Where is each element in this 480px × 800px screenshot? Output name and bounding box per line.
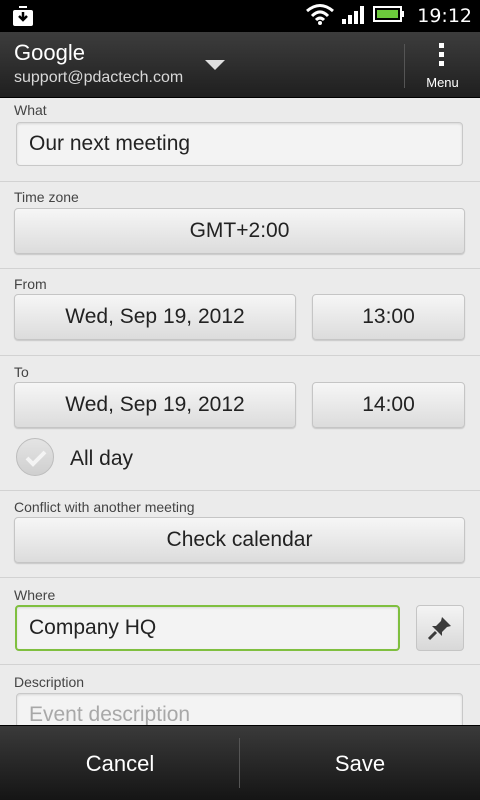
cancel-button[interactable]: Cancel (0, 726, 240, 800)
conflict-label: Conflict with another meeting (14, 499, 195, 515)
all-day-label: All day (70, 447, 134, 470)
save-button[interactable]: Save (240, 726, 480, 800)
description-label: Description (14, 674, 85, 690)
to-time-button[interactable]: 14:00 (312, 382, 465, 428)
where-label: Where (14, 587, 56, 603)
time-zone-label: Time zone (14, 189, 79, 205)
conflict-section: Conflict with another meeting Check cale… (0, 491, 480, 578)
menu-button[interactable]: Menu (405, 32, 480, 98)
where-input[interactable]: Company HQ (15, 605, 400, 651)
all-day-checkbox[interactable] (16, 438, 54, 476)
action-bar: Google support@pdactech.com Menu (0, 32, 480, 98)
download-icon (12, 5, 34, 27)
what-label: What (14, 102, 47, 118)
from-label: From (14, 276, 47, 292)
time-zone-button[interactable]: GMT+2:00 (14, 208, 465, 254)
overflow-menu-icon (439, 43, 445, 70)
from-time-button[interactable]: 13:00 (312, 294, 465, 340)
account-title: Google (14, 40, 85, 65)
signal-icon (341, 3, 367, 29)
what-input[interactable]: Our next meeting (16, 122, 463, 166)
to-date-button[interactable]: Wed, Sep 19, 2012 (14, 382, 296, 428)
status-bar: 19:12 (0, 0, 480, 32)
to-section: To Wed, Sep 19, 2012 14:00 All day (0, 356, 480, 491)
where-section: Where Company HQ (0, 578, 480, 665)
description-input[interactable]: Event description (16, 693, 463, 725)
to-label: To (14, 364, 29, 380)
what-section: What Our next meeting (0, 98, 480, 182)
event-form[interactable]: What Our next meeting Time zone GMT+2:00… (0, 98, 480, 725)
description-section: Description Event description (0, 665, 480, 725)
time-zone-section: Time zone GMT+2:00 (0, 182, 480, 269)
wifi-icon (305, 3, 335, 29)
from-section: From Wed, Sep 19, 2012 13:00 (0, 269, 480, 356)
account-email: support@pdactech.com (14, 69, 184, 86)
checkmark-icon (25, 450, 47, 467)
dropdown-caret-icon (205, 60, 225, 70)
location-pin-button[interactable] (416, 605, 464, 651)
from-date-button[interactable]: Wed, Sep 19, 2012 (14, 294, 296, 340)
bottom-action-bar: Cancel Save (0, 725, 480, 800)
battery-icon (373, 4, 405, 28)
status-time: 19:12 (417, 5, 472, 27)
menu-label: Menu (426, 75, 459, 90)
check-calendar-button[interactable]: Check calendar (14, 517, 465, 563)
pin-icon (427, 617, 451, 641)
